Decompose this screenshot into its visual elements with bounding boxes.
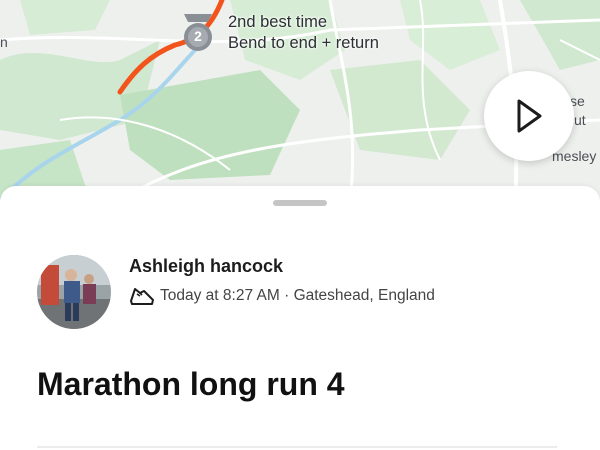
activity-title: Marathon long run 4 bbox=[37, 366, 345, 402]
meta-separator: · bbox=[279, 287, 294, 304]
activity-meta: Today at 8:27 AM · Gateshead, England bbox=[129, 285, 435, 307]
divider bbox=[37, 446, 557, 448]
activity-location: Gateshead, England bbox=[293, 287, 435, 304]
segment-name: Bend to end + return bbox=[228, 34, 379, 52]
sheet-drag-handle[interactable] bbox=[273, 200, 327, 206]
map-place-label: ut bbox=[574, 112, 586, 128]
running-shoe-icon bbox=[130, 288, 154, 305]
map-place-label: mesley bbox=[552, 148, 597, 164]
athlete-name[interactable]: Ashleigh hancock bbox=[129, 256, 283, 277]
play-flyover-button[interactable] bbox=[484, 71, 574, 161]
route-map[interactable]: n se ut mesley 2 2nd best time Bend to e… bbox=[0, 0, 600, 200]
activity-time: Today at 8:27 AM bbox=[160, 287, 280, 304]
segment-rank-label: 2 bbox=[194, 28, 202, 44]
segment-rank-text: 2nd best time bbox=[228, 13, 328, 31]
play-icon bbox=[517, 99, 542, 133]
segment-trophy-icon[interactable]: 2 bbox=[180, 12, 216, 54]
map-place-label: n bbox=[0, 34, 8, 50]
segment-annotation[interactable]: 2nd best time Bend to end + return bbox=[228, 12, 379, 54]
activity-sheet: Ashleigh hancock Today at 8:27 AM · Gate… bbox=[0, 186, 600, 450]
avatar[interactable] bbox=[37, 255, 111, 329]
